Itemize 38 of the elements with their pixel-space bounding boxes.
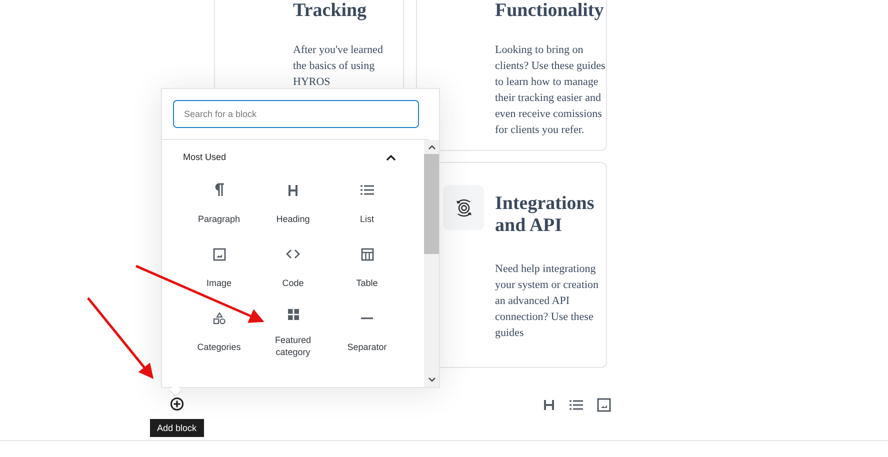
block-option[interactable]: Table [330,238,404,294]
image-icon [212,248,226,260]
separator-icon [361,316,373,320]
block-option[interactable]: Image [182,238,256,294]
block-option[interactable]: Paragraph [182,174,256,230]
block-option[interactable]: Featured category [256,302,330,358]
card-description: Need help integrationg your system or creation an advanced API connection? Use these guides [495,262,600,341]
scroll-down-icon[interactable] [428,377,436,383]
chevron-icon [386,154,396,160]
block-option[interactable]: Code [256,238,330,294]
block-option[interactable]: Separator [330,302,404,358]
list-icon[interactable] [569,399,583,411]
block-option[interactable]: Categories [182,302,256,358]
section-toggle[interactable]: Most Used [172,140,414,174]
card-title: Functionality [495,0,605,22]
heading-icon [288,184,298,196]
add-block-button[interactable] [168,395,185,412]
search-field[interactable]: Search for a block [173,100,419,128]
scrollbar[interactable] [424,140,439,387]
scroll-up-icon[interactable] [428,144,436,150]
card-title: Tracking [293,0,368,22]
card-description: After you've learned the basics of using HYROS [293,43,384,90]
tooltip: Add block [150,419,204,437]
heading-icon[interactable] [543,399,555,411]
image-icon[interactable] [597,398,611,412]
block-option[interactable]: List [330,174,404,230]
list-icon [360,184,374,196]
paragraph-icon [213,183,225,197]
table-icon [360,248,374,260]
plus-circle-icon [170,396,184,410]
block-option[interactable]: Heading [256,174,330,230]
sync-gear-icon [454,198,474,218]
shapes-icon [212,312,226,324]
code-icon [286,249,300,259]
card-title: Integrations and API [495,192,596,237]
card-description: Looking to bring on clients? Use these guides to learn how to manage their tracking easier and even receive comissions for clients you refer. [495,43,606,138]
grid-icon [288,309,298,320]
scrollbar-thumb[interactable] [424,154,439,254]
